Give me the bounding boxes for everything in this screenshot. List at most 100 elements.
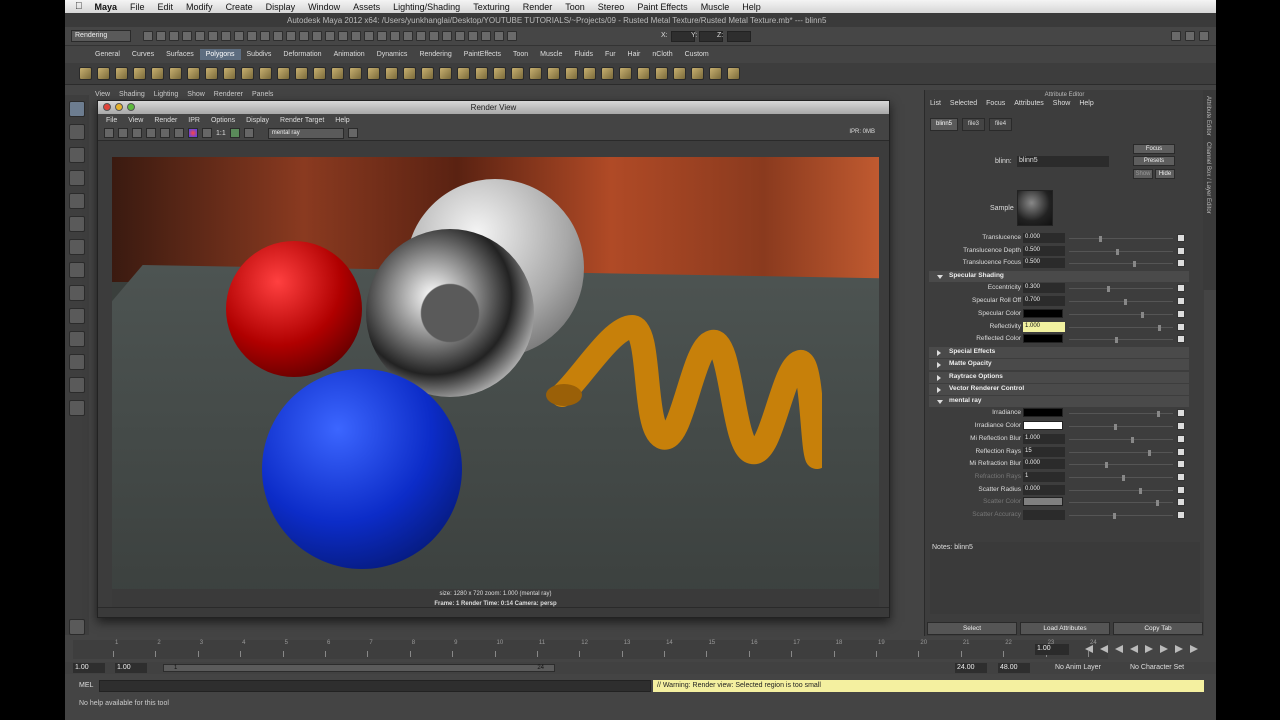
- mask-joints-icon[interactable]: [234, 31, 244, 41]
- menu-stereo[interactable]: Stereo: [598, 2, 625, 12]
- tab-blinn5[interactable]: blinn5: [930, 118, 959, 131]
- hypershade-persp-layout-icon[interactable]: [69, 400, 85, 416]
- mask-rendering-icon[interactable]: [299, 31, 309, 41]
- rv-menu-help[interactable]: Help: [335, 117, 349, 124]
- bridge-icon[interactable]: [457, 67, 470, 80]
- step-back-key-icon[interactable]: [1100, 645, 1108, 653]
- character-set-dropdown[interactable]: No Character Set: [1130, 664, 1184, 671]
- start-time-field[interactable]: 1.00: [73, 663, 105, 673]
- shelf-tab-general[interactable]: General: [89, 49, 126, 60]
- shelf-tab-custom[interactable]: Custom: [679, 49, 715, 60]
- rv-menu-display[interactable]: Display: [246, 117, 269, 124]
- menu-set-dropdown[interactable]: Rendering: [71, 30, 131, 42]
- history-icon[interactable]: [416, 31, 426, 41]
- map-button-icon[interactable]: [1177, 485, 1185, 494]
- tab-file4[interactable]: file4: [989, 118, 1013, 131]
- attr-slider-knob[interactable]: [1158, 324, 1161, 331]
- menu-edit[interactable]: Edit: [158, 2, 174, 12]
- snapshot-icon[interactable]: [132, 128, 142, 138]
- attr-slider-knob[interactable]: [1141, 311, 1144, 318]
- attr-field-scatter-radius[interactable]: 0.000: [1023, 484, 1065, 495]
- render-settings-icon[interactable]: [174, 128, 184, 138]
- make-live-icon[interactable]: [403, 31, 413, 41]
- merge-icon[interactable]: [565, 67, 578, 80]
- poly-platonic-icon[interactable]: [277, 67, 290, 80]
- ae-menu-attributes[interactable]: Attributes: [1014, 100, 1044, 112]
- refresh-ipr-icon[interactable]: [160, 128, 170, 138]
- attr-field-translucence-focus[interactable]: 0.500: [1023, 258, 1065, 269]
- shelf-tab-polygons[interactable]: Polygons: [199, 49, 241, 60]
- map-button-icon[interactable]: [1177, 234, 1185, 242]
- poly-helix-icon[interactable]: [241, 67, 254, 80]
- poly-plane-icon[interactable]: [151, 67, 164, 80]
- show-button[interactable]: Show: [1133, 169, 1153, 179]
- ae-menu-show[interactable]: Show: [1053, 100, 1071, 112]
- map-button-icon[interactable]: [1177, 460, 1185, 469]
- shelf-tab-ncloth[interactable]: nCloth: [646, 49, 678, 60]
- attr-slider-specular-roll-off[interactable]: [1069, 299, 1173, 306]
- menu-render[interactable]: Render: [523, 2, 553, 12]
- ipr-icon[interactable]: [146, 128, 156, 138]
- uv-automatic-icon[interactable]: [637, 67, 650, 80]
- section-matte-opacity[interactable]: Matte Opacity: [929, 359, 1189, 371]
- shelf-tab-fur[interactable]: Fur: [599, 49, 622, 60]
- select-hierarchy-icon[interactable]: [182, 31, 192, 41]
- shelf-tab-toon[interactable]: Toon: [507, 49, 534, 60]
- playback-end-field[interactable]: 24.00: [955, 663, 987, 673]
- ae-menu-selected[interactable]: Selected: [950, 100, 977, 112]
- attr-slider-knob[interactable]: [1157, 411, 1160, 418]
- insert-edge-loop-icon[interactable]: [511, 67, 524, 80]
- rv-menu-render[interactable]: Render: [154, 117, 177, 124]
- menu-toon[interactable]: Toon: [565, 2, 585, 12]
- section-raytrace-options[interactable]: Raytrace Options: [929, 371, 1189, 383]
- attr-slider-mi-refraction-blur[interactable]: [1069, 462, 1173, 469]
- attr-slider-reflected-color[interactable]: [1069, 337, 1173, 344]
- menu-muscle[interactable]: Muscle: [701, 2, 730, 12]
- attr-slider-mi-reflection-blur[interactable]: [1069, 436, 1173, 443]
- playback-start-field[interactable]: 1.00: [115, 663, 147, 673]
- mirror-icon[interactable]: [421, 67, 434, 80]
- new-scene-icon[interactable]: [143, 31, 153, 41]
- paint-select-tool-icon[interactable]: [69, 147, 85, 163]
- show-hide-icon[interactable]: [507, 31, 517, 41]
- single-perspective-layout-icon[interactable]: [69, 308, 85, 324]
- step-back-frame-icon[interactable]: [1115, 645, 1123, 653]
- mask-misc-icon[interactable]: [312, 31, 322, 41]
- combine-icon[interactable]: [295, 67, 308, 80]
- persp-graph-layout-icon[interactable]: [69, 377, 85, 393]
- attr-slider-knob[interactable]: [1148, 449, 1151, 456]
- shelf-tab-muscle[interactable]: Muscle: [534, 49, 568, 60]
- poly-prism-icon[interactable]: [187, 67, 200, 80]
- render-region-icon[interactable]: [118, 128, 128, 138]
- zoom-window-icon[interactable]: [127, 103, 135, 111]
- attr-field-translucence[interactable]: 0.000: [1023, 233, 1065, 243]
- checker-uv-icon[interactable]: [727, 67, 740, 80]
- app-menu[interactable]: Maya: [95, 2, 118, 12]
- checker-icon[interactable]: [673, 67, 686, 80]
- step-forward-key-icon[interactable]: [1175, 645, 1183, 653]
- rv-menu-render-target[interactable]: Render Target: [280, 117, 324, 124]
- rotate-tool-icon[interactable]: [69, 193, 85, 209]
- end-time-field[interactable]: 48.00: [998, 663, 1030, 673]
- focus-button[interactable]: Focus: [1133, 144, 1175, 154]
- persp-outliner-layout-icon[interactable]: [69, 354, 85, 370]
- poly-sphere-icon[interactable]: [79, 67, 92, 80]
- map-button-icon[interactable]: [1177, 246, 1185, 255]
- map-button-icon[interactable]: [1177, 322, 1185, 331]
- attr-slider-knob[interactable]: [1113, 513, 1116, 519]
- scale-tool-icon[interactable]: [69, 216, 85, 232]
- uv-planar-icon[interactable]: [583, 67, 596, 80]
- highlight-selection-icon[interactable]: [338, 31, 348, 41]
- shelf-tab-painteffects[interactable]: PaintEffects: [458, 49, 507, 60]
- select-object-icon[interactable]: [195, 31, 205, 41]
- map-button-icon[interactable]: [1177, 434, 1185, 443]
- append-polygon-icon[interactable]: [475, 67, 488, 80]
- anim-layer-dropdown[interactable]: No Anim Layer: [1055, 664, 1101, 671]
- attr-slider-knob[interactable]: [1105, 462, 1108, 469]
- renderer-dropdown[interactable]: mental ray: [267, 127, 344, 139]
- attr-slider-irradiance[interactable]: [1069, 411, 1173, 418]
- render-view-titlebar[interactable]: Render View: [98, 101, 889, 114]
- section-special-effects[interactable]: Special Effects: [929, 346, 1189, 358]
- shelf-tab-surfaces[interactable]: Surfaces: [160, 49, 200, 60]
- show-channel-box-icon[interactable]: [1199, 31, 1209, 41]
